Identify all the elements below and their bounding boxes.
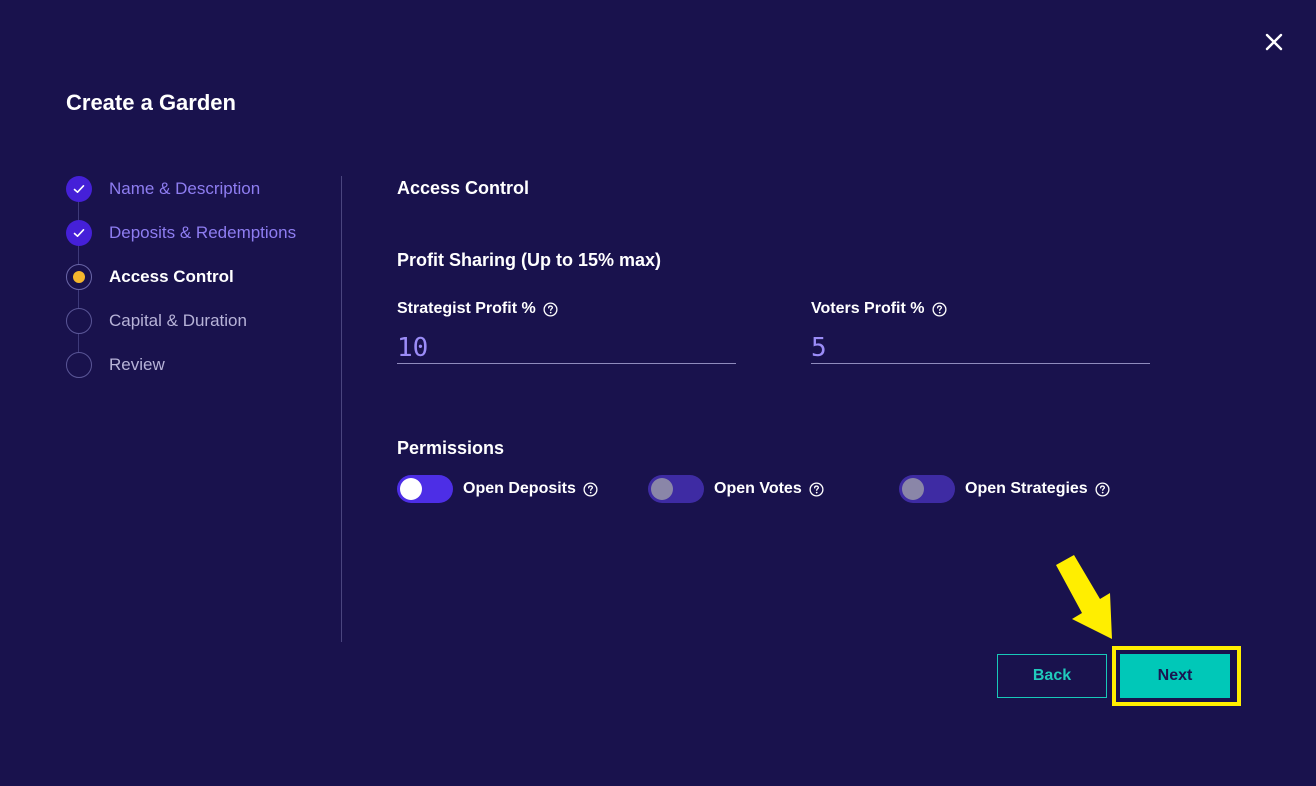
step-access-control[interactable]: Access Control: [66, 264, 234, 290]
voters-profit-label: Voters Profit %: [811, 300, 925, 317]
open-deposits-label: Open Deposits: [463, 480, 576, 497]
help-icon[interactable]: [583, 481, 598, 497]
active-dot: [73, 271, 85, 283]
step-name-description[interactable]: Name & Description: [66, 176, 260, 202]
permissions-heading: Permissions: [397, 438, 505, 458]
check-icon: [73, 229, 85, 237]
voters-profit-label-row: Voters Profit %: [811, 298, 1150, 320]
step-review[interactable]: Review: [66, 352, 165, 378]
step-label: Capital & Duration: [109, 311, 247, 330]
toggle-knob: [902, 478, 924, 500]
voters-profit-input[interactable]: [811, 332, 1150, 364]
step-active-marker: [66, 264, 92, 290]
help-icon[interactable]: [1095, 481, 1110, 497]
strategist-profit-label-row: Strategist Profit %: [397, 298, 736, 320]
step-pending-marker: [66, 352, 92, 378]
step-complete-marker: [66, 176, 92, 202]
open-votes-label: Open Votes: [714, 480, 802, 497]
open-votes-toggle[interactable]: [648, 475, 704, 503]
open-strategies-toggle-group: Open Strategies: [899, 475, 1110, 503]
profit-sharing-heading: Profit Sharing (Up to 15% max): [397, 250, 662, 270]
open-votes-toggle-group: Open Votes: [648, 475, 824, 503]
close-icon[interactable]: [1262, 30, 1286, 54]
voters-profit-field: Voters Profit %: [811, 298, 1150, 364]
step-capital-duration[interactable]: Capital & Duration: [66, 308, 247, 334]
step-deposits-redemptions[interactable]: Deposits & Redemptions: [66, 220, 296, 246]
step-pending-marker: [66, 308, 92, 334]
help-icon[interactable]: [543, 301, 558, 317]
create-garden-modal: Create a Garden Name & Description Depos…: [0, 0, 1316, 786]
next-button[interactable]: Next: [1120, 654, 1230, 698]
help-icon[interactable]: [931, 301, 947, 317]
toggle-knob: [651, 478, 673, 500]
step-label: Review: [109, 355, 165, 374]
strategist-profit-label: Strategist Profit %: [397, 300, 536, 317]
page-title: Create a Garden: [66, 90, 236, 115]
stepper: Name & Description Deposits & Redemption…: [66, 176, 346, 386]
section-title: Access Control: [397, 178, 530, 198]
strategist-profit-input[interactable]: [397, 332, 736, 364]
open-strategies-toggle[interactable]: [899, 475, 955, 503]
step-label: Deposits & Redemptions: [109, 223, 297, 242]
strategist-profit-field: Strategist Profit %: [397, 298, 736, 364]
open-strategies-label: Open Strategies: [965, 480, 1088, 497]
arrow-down-left-icon: [1056, 555, 1112, 639]
step-label: Name & Description: [109, 179, 261, 198]
open-deposits-toggle-group: Open Deposits: [397, 475, 598, 503]
step-label: Access Control: [109, 267, 234, 286]
check-icon: [73, 185, 85, 193]
help-icon[interactable]: [809, 481, 824, 497]
vertical-divider: [341, 176, 342, 642]
toggle-knob: [400, 478, 422, 500]
open-deposits-toggle[interactable]: [397, 475, 453, 503]
back-button[interactable]: Back: [997, 654, 1107, 698]
step-complete-marker: [66, 220, 92, 246]
